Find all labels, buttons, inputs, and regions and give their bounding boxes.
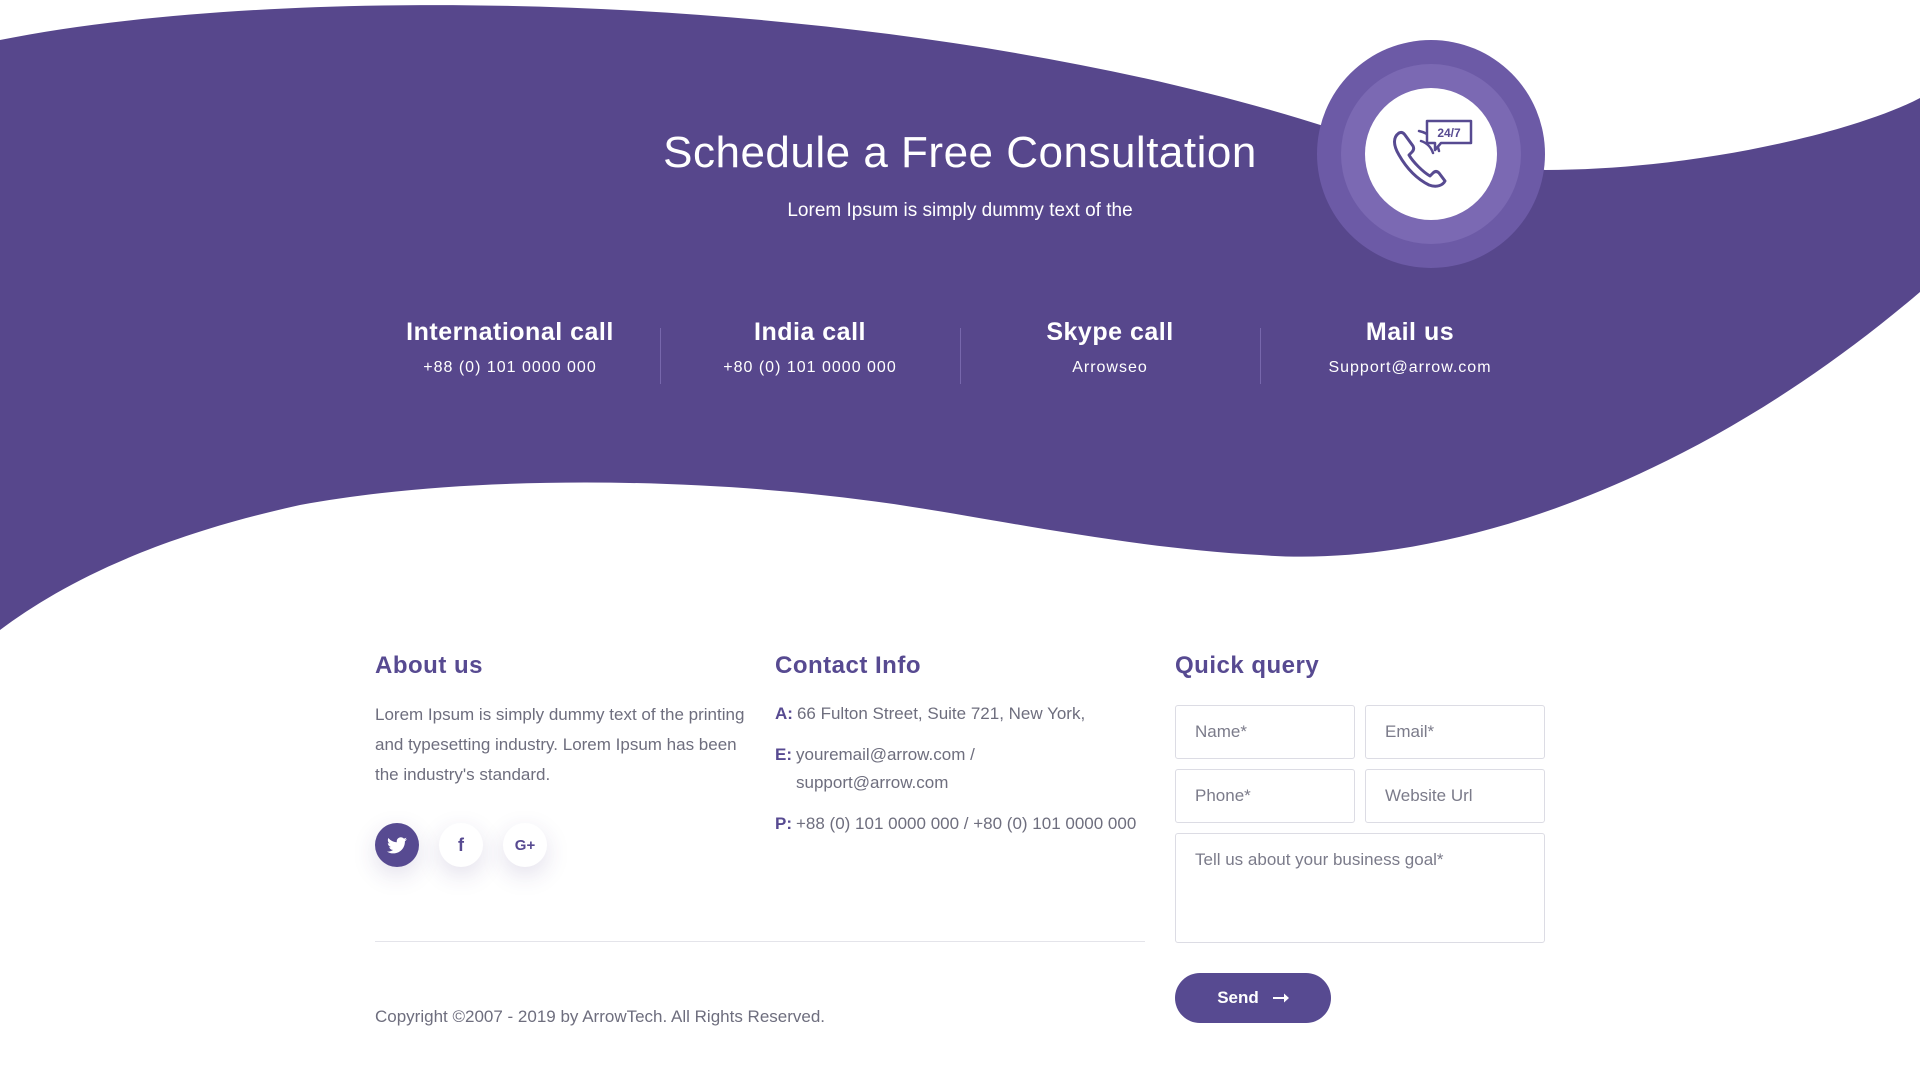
- twitter-glyph: [387, 836, 407, 853]
- about-text: Lorem Ipsum is simply dummy text of the …: [375, 705, 745, 784]
- google-plus-icon[interactable]: G+: [503, 823, 547, 867]
- call-india: India call +80 (0) 101 0000 000: [660, 318, 960, 388]
- phone-value[interactable]: +88 (0) 101 0000 000 / +80 (0) 101 0000 …: [796, 810, 1136, 838]
- call-options: International call +88 (0) 101 0000 000 …: [360, 318, 1560, 388]
- call-value[interactable]: +80 (0) 101 0000 000: [660, 359, 960, 377]
- email-label: E:: [775, 745, 792, 764]
- phone-label: P:: [775, 814, 792, 833]
- phone-input[interactable]: [1175, 769, 1355, 823]
- address-label: A:: [775, 704, 793, 723]
- send-button[interactable]: Send: [1175, 973, 1331, 1023]
- contact-address: A: 66 Fulton Street, Suite 721, New York…: [775, 700, 1155, 728]
- phone-24-7-icon: 24/7: [1393, 119, 1473, 188]
- call-value[interactable]: Arrowseo: [960, 359, 1260, 377]
- social-links: f G+: [375, 823, 547, 867]
- email-value[interactable]: youremail@arrow.com / support@arrow.com: [796, 741, 1026, 797]
- facebook-glyph: f: [458, 834, 464, 855]
- contact-info: A: 66 Fulton Street, Suite 721, New York…: [775, 700, 1155, 851]
- copyright: Copyright ©2007 - 2019 by ArrowTech. All…: [375, 1007, 826, 1026]
- facebook-icon[interactable]: f: [439, 823, 483, 867]
- support-label: 24/7: [1437, 126, 1461, 140]
- contact-email: E: youremail@arrow.com / support@arrow.c…: [775, 741, 1155, 797]
- query-title: Quick query: [1175, 652, 1320, 679]
- google-plus-glyph: G+: [514, 836, 536, 854]
- contact-phone: P: +88 (0) 101 0000 000 / +80 (0) 101 00…: [775, 810, 1155, 838]
- send-label: Send: [1217, 988, 1259, 1007]
- call-international: International call +88 (0) 101 0000 000: [360, 318, 660, 388]
- footer-divider: [375, 941, 1145, 942]
- call-title: International call: [406, 318, 614, 346]
- call-title: Skype call: [1046, 318, 1174, 346]
- page-title: Schedule a Free Consultation: [663, 128, 1257, 177]
- website-input[interactable]: [1365, 769, 1545, 823]
- call-value[interactable]: Support@arrow.com: [1260, 359, 1560, 377]
- call-mail: Mail us Support@arrow.com: [1260, 318, 1560, 388]
- about-title: About us: [375, 652, 483, 679]
- business-goal-textarea[interactable]: [1175, 833, 1545, 943]
- twitter-icon[interactable]: [375, 823, 419, 867]
- call-title: India call: [754, 318, 866, 346]
- address-value: 66 Fulton Street, Suite 721, New York,: [796, 704, 1086, 723]
- arrow-right-icon: [1272, 993, 1289, 1003]
- call-skype: Skype call Arrowseo: [960, 318, 1260, 388]
- email-input[interactable]: [1365, 705, 1545, 759]
- call-value[interactable]: +88 (0) 101 0000 000: [360, 359, 660, 377]
- support-badge-inner: 24/7: [1365, 88, 1497, 220]
- contact-title: Contact Info: [775, 652, 921, 679]
- hero-subtitle: Lorem Ipsum is simply dummy text of the: [787, 200, 1133, 221]
- name-input[interactable]: [1175, 705, 1355, 759]
- call-title: Mail us: [1365, 318, 1455, 346]
- support-badge: 24/7: [1317, 40, 1545, 268]
